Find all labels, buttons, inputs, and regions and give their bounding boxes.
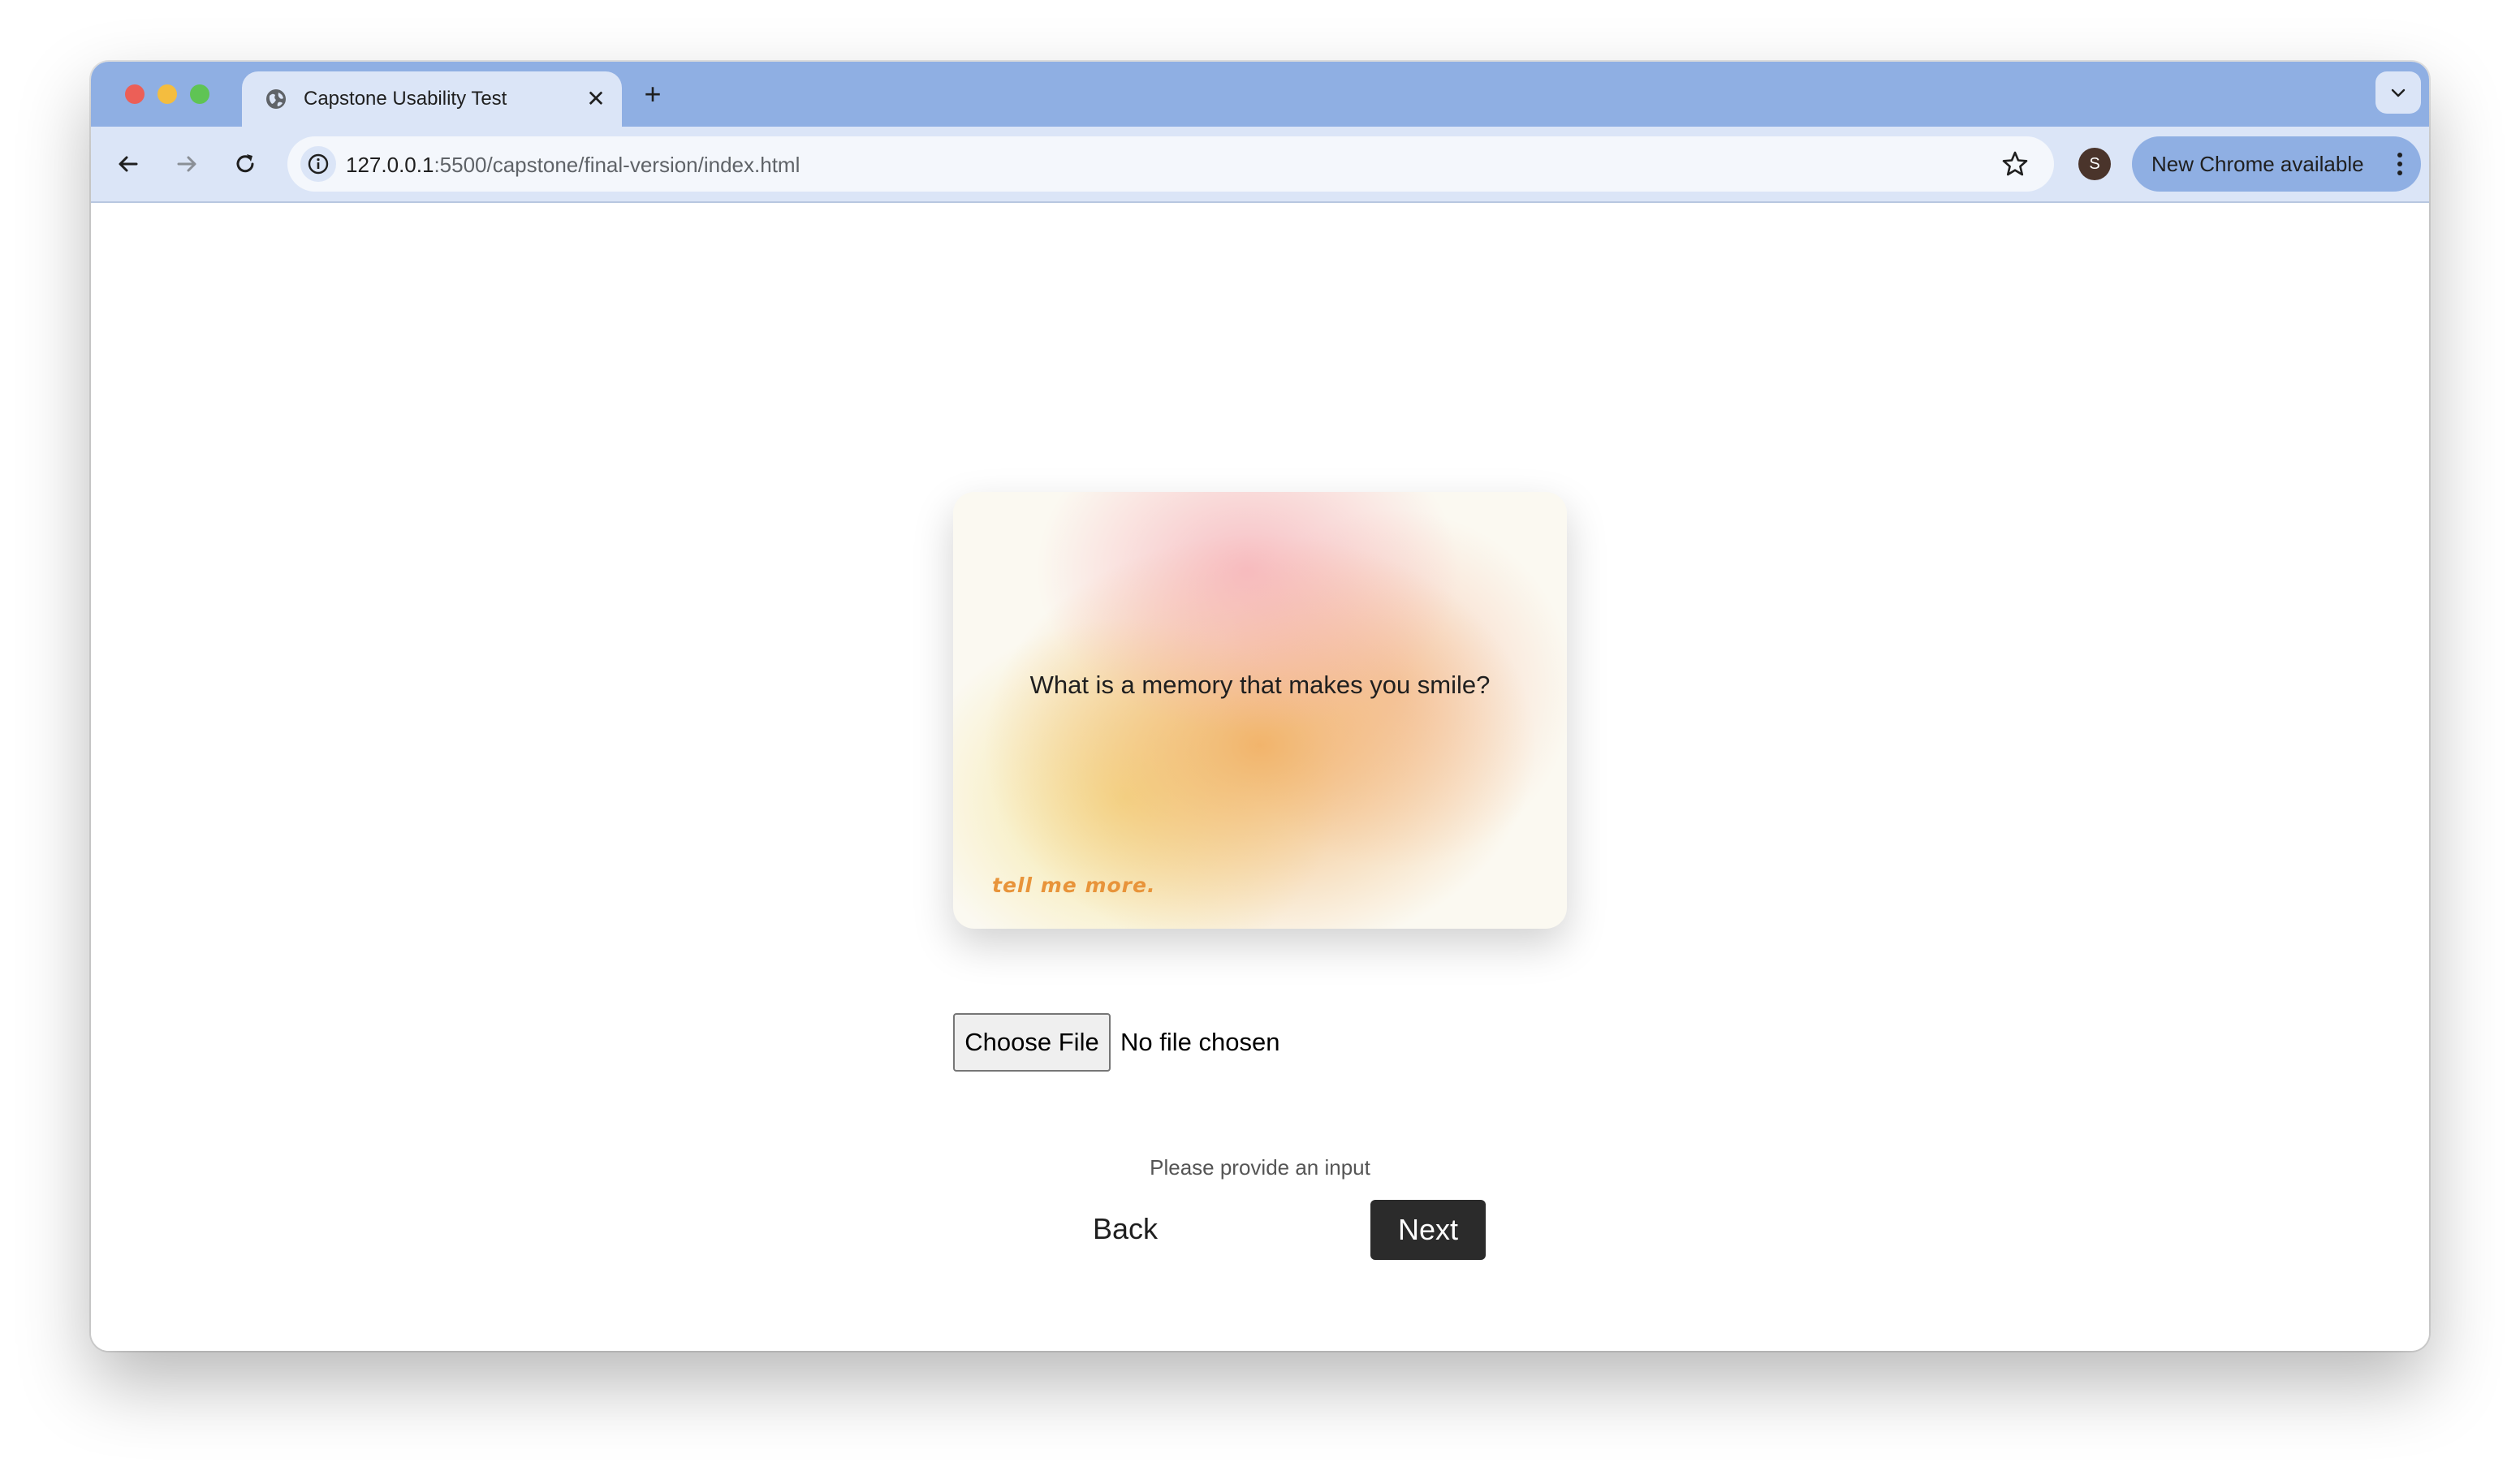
reload-button[interactable] (227, 146, 263, 182)
url-host: 127.0.0.1 (346, 153, 434, 177)
back-button[interactable]: Back (1068, 1200, 1182, 1258)
tab-search-button[interactable] (2375, 71, 2421, 114)
arrow-left-icon (119, 156, 138, 172)
tab-strip: Capstone Usability Test ✕ + (91, 62, 2429, 127)
plus-icon[interactable]: + (636, 78, 669, 110)
maximize-window-button[interactable] (190, 84, 209, 104)
minimize-window-button[interactable] (158, 84, 177, 104)
close-window-button[interactable] (125, 84, 145, 104)
address-bar[interactable]: 127.0.0.1:5500/capstone/final-version/in… (287, 136, 2054, 192)
globe-icon (265, 88, 287, 110)
chrome-update-label: New Chrome available (2151, 152, 2364, 176)
back-nav-button[interactable] (110, 146, 146, 182)
profile-avatar[interactable]: S (2078, 148, 2111, 180)
choose-file-button[interactable]: Choose File (953, 1013, 1111, 1072)
browser-window: Capstone Usability Test ✕ + 127.0.0.1:55… (91, 62, 2429, 1351)
desktop: Capstone Usability Test ✕ + 127.0.0.1:55… (0, 0, 2520, 1471)
kebab-menu-icon[interactable] (2397, 151, 2403, 177)
card-gradient-background (953, 492, 1567, 929)
arrow-right-icon (177, 156, 196, 172)
info-icon[interactable] (300, 146, 336, 182)
next-button[interactable]: Next (1370, 1200, 1486, 1260)
prompt-card: What is a memory that makes you smile? t… (953, 492, 1567, 929)
chevron-down-icon (2391, 88, 2406, 97)
star-icon[interactable] (2000, 149, 2030, 179)
chrome-update-button[interactable]: New Chrome available (2132, 136, 2421, 192)
tab-capstone-usability-test[interactable]: Capstone Usability Test ✕ (242, 71, 622, 127)
tab-title: Capstone Usability Test (304, 88, 507, 110)
reload-icon (236, 154, 254, 173)
validation-message: Please provide an input (1150, 1155, 1370, 1180)
browser-toolbar: 127.0.0.1:5500/capstone/final-version/in… (91, 127, 2429, 203)
close-icon[interactable]: ✕ (583, 86, 609, 112)
forward-nav-button[interactable] (169, 146, 205, 182)
prompt-question: What is a memory that makes you smile? (1029, 671, 1491, 699)
file-status-text: No file chosen (1120, 1028, 1280, 1056)
url-path: :5500/capstone/final-version/index.html (434, 153, 800, 177)
page-content: What is a memory that makes you smile? t… (91, 203, 2429, 1351)
card-tagline: tell me more. (992, 874, 1156, 897)
url-text[interactable]: 127.0.0.1:5500/capstone/final-version/in… (346, 153, 800, 177)
